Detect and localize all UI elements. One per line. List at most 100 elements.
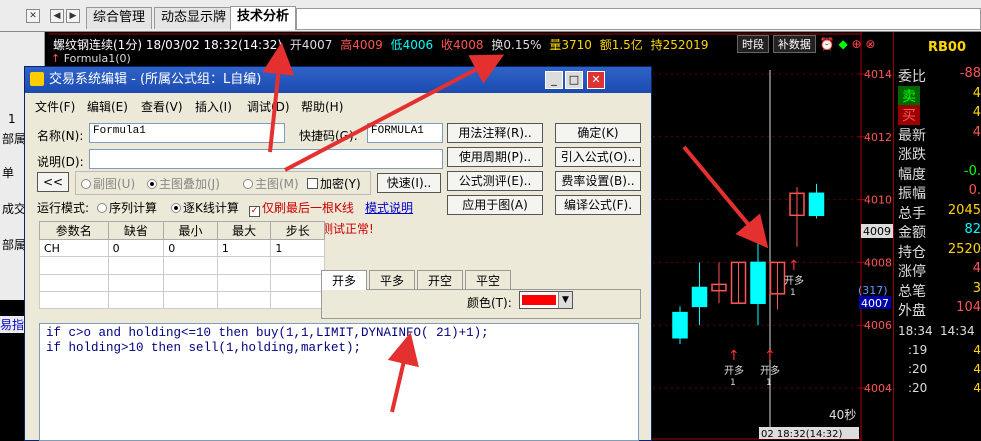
quote-label: 买 (898, 105, 920, 125)
name-input[interactable]: Formula1 (89, 123, 285, 143)
signal-count: 1 (730, 378, 736, 388)
sequence-radio[interactable]: 序列计算 (97, 199, 157, 216)
left-item[interactable]: 部属 (2, 130, 26, 147)
minimize-icon[interactable]: _ (545, 71, 563, 89)
quote-value: 4 (972, 124, 981, 140)
trading-system-editor-dialog: 交易系统编辑 - (所属公式组：L自编) _ □ ✕ 文件(F) 编辑(E) 查… (24, 66, 652, 441)
quote-symbol: RB00 (928, 40, 967, 55)
quote-value: 4 (972, 105, 981, 120)
interval-label: 40秒 (829, 408, 857, 422)
fast-button[interactable]: 快速(I).. (377, 173, 441, 193)
checkbox-icon (307, 178, 318, 189)
compile-formula-button[interactable]: 编译公式(F). (555, 195, 641, 215)
quote-label: 总手 (898, 205, 926, 222)
tab-dynamic-board[interactable]: 动态显示牌 (154, 7, 234, 29)
last-bar-checkbox[interactable]: ✓ 仅刷最后一根K线 (249, 199, 354, 217)
encrypt-checkbox[interactable]: 加密(Y) (307, 175, 361, 192)
radio-icon (97, 203, 107, 213)
signal-arrow-icon: ↑ (788, 258, 800, 274)
table-row[interactable] (39, 290, 325, 310)
menu-edit[interactable]: 编辑(E) (87, 98, 128, 115)
tick-time: :20 (908, 361, 928, 376)
dialog-title: 交易系统编辑 - (所属公式组：L自编) (49, 72, 262, 87)
left-item[interactable]: 成交 (2, 200, 26, 217)
table-row[interactable] (39, 273, 325, 292)
color-label: 颜色(T): (467, 296, 512, 310)
usage-note-button[interactable]: 用法注释(R).. (447, 123, 543, 143)
param-cell[interactable]: 1 (216, 238, 272, 258)
menu-view[interactable]: 查看(V) (141, 98, 183, 115)
tick-calc-label: 逐K线计算 (183, 201, 239, 215)
quote-value: 104 (956, 300, 981, 315)
price-tick-label: 4004 (864, 382, 892, 395)
close-icon[interactable]: ✕ (587, 71, 605, 89)
main-overlay-label: 主图叠加(J) (159, 177, 220, 191)
confirm-button[interactable]: 确定(K) (555, 123, 641, 143)
left-item[interactable]: 部属 (2, 236, 26, 253)
menu-insert[interactable]: 插入(I) (195, 98, 232, 115)
signal-count: 1 (766, 378, 772, 388)
encrypt-label: 加密(Y) (320, 177, 361, 191)
tab-technical-analysis[interactable]: 技术分析 (230, 6, 297, 30)
formula-test-button[interactable]: 公式测评(E).. (447, 171, 543, 191)
param-header: 最小 (163, 221, 218, 240)
tab-close-long[interactable]: 平多 (369, 270, 415, 290)
left-item[interactable]: 1 (8, 112, 16, 126)
dialog-titlebar[interactable]: 交易系统编辑 - (所属公式组：L自编) _ □ ✕ (25, 67, 651, 93)
quote-value: -88 (959, 66, 981, 81)
quote-panel: RB00 委比 -88 卖 4 买 4 最新 4 涨跌 幅度 -0. 振幅 0. 总手 2045 金额 82 持仓… (893, 32, 981, 441)
tab-open-short[interactable]: 开空 (417, 270, 463, 290)
chevron-down-icon[interactable]: ▼ (558, 292, 572, 308)
signal-label: 开多 (724, 364, 744, 377)
fee-settings-button[interactable]: 费率设置(B).. (555, 171, 641, 191)
color-picker[interactable]: ▼ (519, 291, 573, 309)
code-line: if holding>10 then sell(1,holding,market… (46, 341, 362, 355)
param-header: 最大 (216, 221, 272, 240)
quote-value: 3 (972, 280, 981, 296)
main-chart-radio[interactable]: 主图(M) (243, 175, 299, 192)
tab-bar: ✕ ◀ ▶ 综合管理 动态显示牌 技术分析 (0, 0, 981, 32)
tick-time: 18:34 (898, 323, 933, 338)
param-cell[interactable]: 0 (163, 238, 218, 258)
left-item[interactable]: 单 (2, 164, 14, 181)
price-tick-label: 4012 (864, 131, 892, 144)
formula-code-editor[interactable]: if c>o and holding<=10 then buy(1,1,LIMI… (39, 323, 639, 441)
close-icon[interactable]: ✕ (26, 9, 40, 23)
param-cell[interactable]: 0 (107, 238, 165, 258)
app-icon (30, 72, 44, 86)
tab-close-short[interactable]: 平空 (465, 270, 511, 290)
menu-help[interactable]: 帮助(H) (301, 98, 343, 115)
quote-value: 2045 (947, 202, 981, 218)
usage-period-button[interactable]: 使用周期(P).. (447, 147, 543, 167)
model-help-link[interactable]: 模式说明 (365, 199, 413, 216)
main-overlay-radio[interactable]: 主图叠加(J) (147, 175, 220, 192)
apply-to-chart-button[interactable]: 应用于图(A) (447, 195, 543, 215)
sub-chart-radio[interactable]: 副图(U) (81, 175, 135, 192)
price-tag-label: 4007 (861, 297, 889, 310)
price-tick-label: 4014 (864, 68, 892, 81)
tick-calc-radio[interactable]: 逐K线计算 (171, 199, 239, 216)
quote-label: 幅度 (898, 166, 926, 183)
signal-count: 1 (790, 288, 796, 298)
maximize-icon[interactable]: □ (565, 71, 583, 89)
param-cell[interactable]: 1 (270, 238, 325, 258)
tab-open-long[interactable]: 开多 (321, 270, 367, 290)
menu-debug[interactable]: 调试(D) (247, 98, 290, 115)
param-cell[interactable]: CH (39, 238, 109, 258)
table-row[interactable] (39, 256, 325, 275)
quote-label: 金额 (898, 225, 926, 241)
chevron-right-icon[interactable]: ▶ (66, 9, 80, 23)
import-formula-button[interactable]: 引入公式(O).. (555, 147, 641, 167)
hotkey-input[interactable]: FORMULA1 (367, 123, 443, 143)
menu-file[interactable]: 文件(F) (35, 98, 75, 115)
tab-overview[interactable]: 综合管理 (86, 7, 153, 29)
quote-label: 持仓 (898, 244, 926, 261)
quote-value: 4 (972, 85, 981, 101)
table-row[interactable]: CH 0 0 1 1 (39, 238, 325, 258)
chevron-left-icon[interactable]: ◀ (50, 9, 64, 23)
quote-value: 2520 (947, 241, 981, 257)
description-input[interactable] (89, 149, 443, 169)
candle-body (808, 192, 825, 217)
collapse-button[interactable]: << (37, 172, 69, 192)
quote-label: 总笔 (898, 283, 926, 300)
